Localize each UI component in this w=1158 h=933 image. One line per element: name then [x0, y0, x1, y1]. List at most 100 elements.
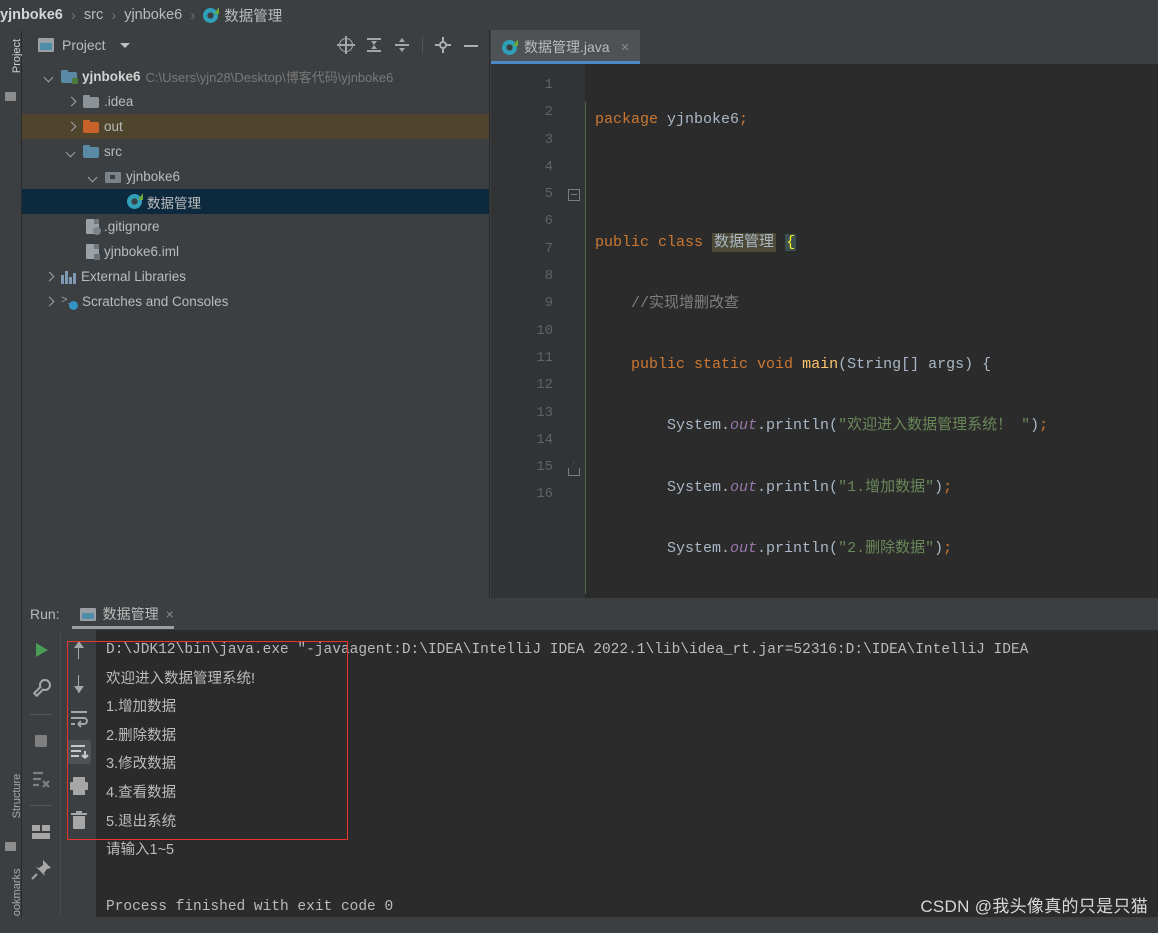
fold-end-marker-icon[interactable]	[568, 468, 580, 476]
expand-all-icon[interactable]	[366, 37, 382, 53]
breadcrumb-item-package[interactable]: yjnboke6	[124, 7, 182, 23]
console-line: 1.增加数据	[106, 699, 177, 716]
run-icon[interactable]	[29, 638, 53, 662]
code-editor[interactable]: 1 2 3 4 5 6 7 8 9 10 11 12 13 14 15 16 p…	[491, 64, 1158, 632]
chevron-down-icon[interactable]	[42, 70, 56, 84]
minimize-icon[interactable]	[463, 37, 479, 53]
console-line: 3.修改数据	[106, 756, 177, 773]
libraries-icon	[61, 270, 76, 284]
run-toolbar-console	[60, 630, 96, 933]
layout-icon[interactable]	[29, 820, 53, 844]
source-folder-icon	[83, 145, 99, 158]
tree-row-out[interactable]: out	[22, 114, 489, 139]
line-number: 3	[491, 127, 582, 154]
line-number: 4	[544, 158, 553, 175]
down-arrow-icon[interactable]	[67, 672, 91, 696]
print-icon[interactable]	[67, 774, 91, 798]
close-icon[interactable]: ×	[166, 606, 174, 622]
breadcrumb-item-project[interactable]: yjnboke6	[0, 7, 63, 23]
tree-label: 数据管理	[147, 195, 201, 211]
code-comment: //实现增删改查	[631, 294, 740, 312]
module-folder-icon	[61, 70, 78, 84]
pin-icon[interactable]	[29, 858, 53, 882]
editor-tabbar: 数据管理.java ×	[491, 30, 1158, 64]
close-icon[interactable]: ×	[621, 39, 630, 56]
code-line-7: System.out.println("1.增加数据");	[595, 478, 953, 496]
chevron-right-icon[interactable]	[42, 270, 56, 284]
tree-label: yjnboke6	[126, 169, 181, 184]
line-number: 15	[536, 459, 553, 476]
fold-marker-icon[interactable]	[568, 189, 580, 201]
tree-row-java-class[interactable]: 数据管理	[22, 189, 489, 214]
chevron-down-icon[interactable]	[86, 170, 100, 184]
wrench-icon[interactable]	[29, 676, 53, 700]
idea-window: yjnboke6 › src › yjnboke6 › 数据管理 Project…	[0, 0, 1158, 933]
gear-icon[interactable]	[435, 37, 451, 53]
tree-row-idea[interactable]: .idea	[22, 89, 489, 114]
console-line: 4.查看数据	[106, 784, 177, 801]
project-panel-toolbar	[337, 36, 483, 54]
tree-label: out	[104, 119, 123, 134]
stop-icon[interactable]	[29, 729, 53, 753]
tree-row-package[interactable]: yjnboke6	[22, 164, 489, 189]
run-tool-window: Run: 数据管理 × D:\JDK12\bin\java.exe "-java…	[22, 598, 1158, 933]
line-number: 9	[544, 295, 553, 312]
tree-label: yjnboke6.iml	[104, 244, 180, 259]
code-folding-gutter[interactable]	[563, 64, 585, 598]
project-window-icon	[38, 38, 54, 52]
tree-row-src[interactable]: src	[22, 139, 489, 164]
line-number: 10	[536, 322, 553, 339]
tree-label: .gitignore	[104, 219, 160, 234]
chevron-down-icon[interactable]	[119, 42, 130, 48]
line-number: 2	[544, 104, 553, 121]
breadcrumb-separator-icon: ›	[190, 6, 196, 24]
chevron-right-icon[interactable]	[42, 295, 56, 309]
java-class-icon	[203, 6, 220, 23]
line-number: 6	[544, 213, 553, 230]
chevron-down-icon[interactable]	[64, 145, 78, 159]
toolbar-divider	[30, 805, 52, 806]
breadcrumb-item-file[interactable]: 数据管理	[203, 5, 282, 26]
line-number-gutter: 1 2 3 4 5 6 7 8 9 10 11 12 13 14 15 16	[491, 64, 582, 598]
console-line: 请输入1~5	[106, 842, 175, 859]
tree-row-external-libraries[interactable]: External Libraries	[22, 264, 489, 289]
breadcrumb-separator-icon: ›	[111, 6, 117, 24]
chevron-right-icon[interactable]	[64, 120, 78, 134]
status-bar	[0, 917, 1158, 933]
watermark: CSDN @我头像真的只是只猫	[920, 897, 1148, 916]
project-tree: yjnboke6 C:\Users\yjn28\Desktop\博客代码\yjn…	[22, 60, 489, 314]
rail-chip-icon	[5, 92, 16, 101]
breadcrumb-separator-icon: ›	[70, 6, 76, 24]
scroll-to-end-icon[interactable]	[66, 740, 91, 764]
tree-label: src	[104, 144, 122, 159]
collapse-all-icon[interactable]	[394, 37, 410, 53]
soft-wrap-icon[interactable]	[67, 706, 91, 730]
rerun-failed-icon[interactable]	[29, 767, 53, 791]
tree-path: C:\Users\yjn28\Desktop\博客代码\yjnboke6	[145, 70, 394, 85]
tree-row-iml[interactable]: yjnboke6.iml	[22, 239, 489, 264]
run-label: Run:	[30, 606, 60, 622]
breadcrumb-item-src[interactable]: src	[84, 7, 103, 23]
left-tool-rail: Project Structure Bookmarks	[0, 30, 23, 933]
run-panel-header: Run: 数据管理 ×	[22, 598, 1158, 630]
up-arrow-icon[interactable]	[67, 638, 91, 662]
tree-label: .idea	[104, 94, 134, 109]
line-number: 13	[536, 404, 553, 421]
toolbar-divider	[422, 37, 423, 53]
editor-tab-数据管理[interactable]: 数据管理.java ×	[491, 30, 641, 64]
locate-target-icon[interactable]	[337, 36, 355, 54]
chevron-right-icon[interactable]	[64, 95, 78, 109]
console-output[interactable]: D:\JDK12\bin\java.exe "-javaagent:D:\IDE…	[96, 630, 1158, 933]
tree-row-gitignore[interactable]: .gitignore	[22, 214, 489, 239]
line-number: 7	[544, 240, 553, 257]
tree-row-module[interactable]: yjnboke6 C:\Users\yjn28\Desktop\博客代码\yjn…	[22, 64, 489, 89]
run-tab[interactable]: 数据管理 ×	[71, 598, 182, 630]
folder-icon	[83, 95, 99, 108]
editor-scrollbar[interactable]	[1144, 98, 1158, 632]
code-line-4: //实现增删改查	[585, 290, 1158, 317]
tree-row-scratches[interactable]: >_ Scratches and Consoles	[22, 289, 489, 314]
trash-icon[interactable]	[67, 808, 91, 832]
project-panel-header: Project	[22, 30, 489, 60]
tree-label: Scratches and Consoles	[82, 294, 229, 309]
code-content[interactable]: package yjnboke6; public class 数据管理 { //…	[585, 64, 1158, 598]
